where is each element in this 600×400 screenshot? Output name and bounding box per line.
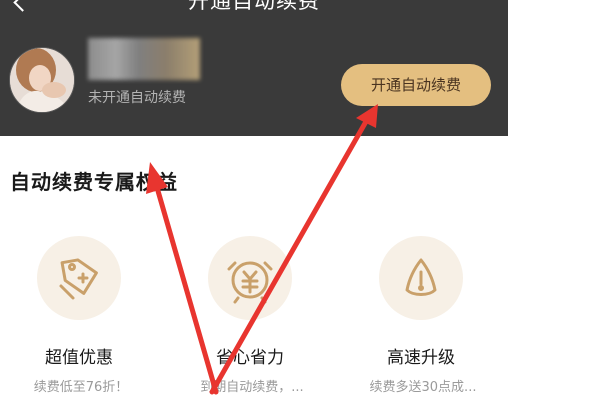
benefits-section-title: 自动续费专属权益	[10, 170, 178, 194]
blurred-username	[88, 38, 200, 80]
speed-upgrade-icon	[379, 236, 463, 320]
benefit-label: 超值优惠	[45, 348, 113, 368]
avatar[interactable]	[9, 47, 75, 113]
page-title: 开通自动续费	[188, 0, 320, 13]
benefit-desc: 到期自动续费，...	[200, 380, 304, 395]
benefit-label: 高速升级	[387, 348, 455, 368]
alarm-clock-yuan-icon	[208, 236, 292, 320]
discount-tag-icon	[37, 236, 121, 320]
enable-auto-renew-button[interactable]: 开通自动续费	[341, 64, 491, 106]
benefit-desc: 续费多送30点成...	[369, 380, 477, 395]
renewal-status-text: 未开通自动续费	[88, 90, 186, 106]
membership-header: 开通自动续费 未开通自动续费 开通自动续费	[0, 0, 508, 136]
blank-margin	[508, 0, 600, 400]
benefit-label: 省心省力	[216, 348, 284, 368]
benefit-desc: 续费低至76折！	[33, 380, 129, 395]
avatar-photo-icon	[10, 48, 74, 112]
app-screen: 开通自动续费 未开通自动续费 开通自动续费 自动续费专属权益 超值优惠 续费低至…	[0, 0, 508, 400]
